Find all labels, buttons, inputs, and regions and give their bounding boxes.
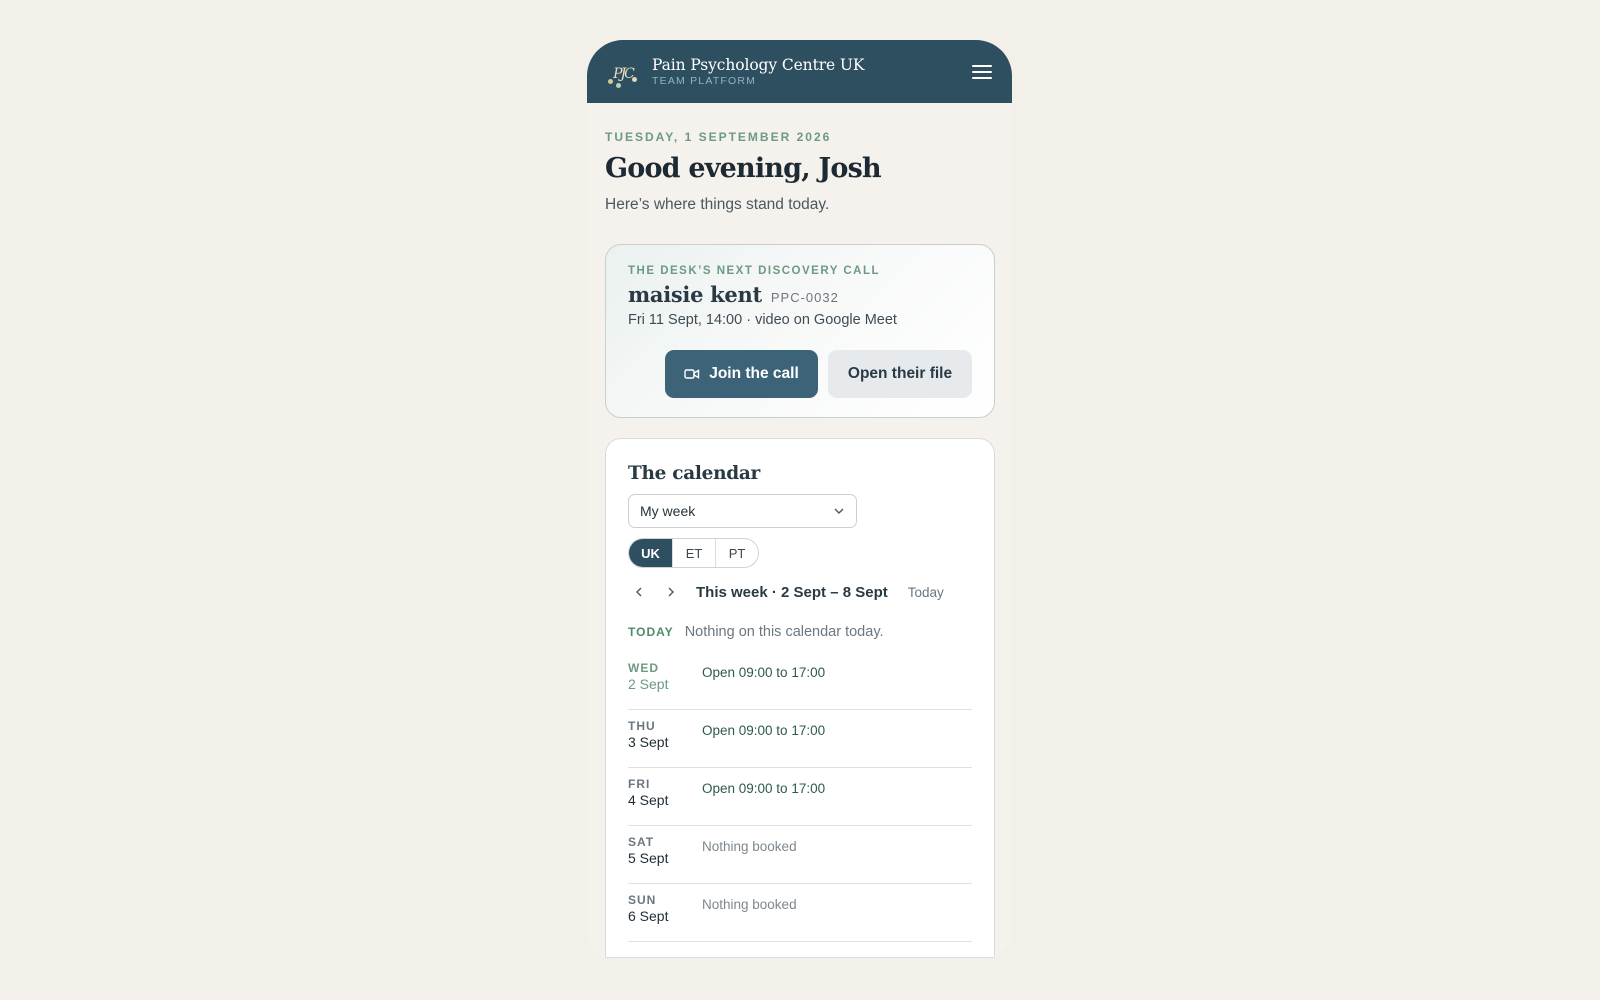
calendar-view-select[interactable]: My week bbox=[628, 494, 857, 528]
day-of-week: SUN bbox=[628, 893, 657, 907]
day-status: Open 09:00 to 17:00 bbox=[702, 781, 826, 796]
day-label: THU 3 Sept bbox=[628, 719, 702, 767]
next-call-card: THE DESK’S NEXT DISCOVERY CALL maisie ke… bbox=[605, 244, 995, 418]
day-label: SUN 6 Sept bbox=[628, 893, 702, 941]
call-time: Fri 11 Sept, 14:00 · video on Google Mee… bbox=[628, 312, 897, 328]
day-of-week: SAT bbox=[628, 835, 655, 849]
logo-flower-icon bbox=[632, 76, 637, 82]
today-tag: TODAY bbox=[628, 625, 674, 639]
today-summary: TODAY Nothing on this calendar today. bbox=[628, 624, 972, 640]
timezone-toggle: UK ET PT bbox=[628, 538, 759, 568]
join-call-button[interactable]: Join the call bbox=[665, 350, 818, 398]
top-bar: PJC Pain Psychology Centre UK TEAM PLATF… bbox=[587, 40, 1012, 103]
day-status: Nothing booked bbox=[702, 839, 797, 854]
page-subtitle: Here’s where things stand today. bbox=[605, 196, 830, 213]
day-of-week: THU bbox=[628, 719, 656, 733]
chevron-left-icon bbox=[636, 587, 642, 597]
timezone-et[interactable]: ET bbox=[672, 539, 715, 567]
open-file-button[interactable]: Open their file bbox=[828, 350, 972, 398]
day-status: Open 09:00 to 17:00 bbox=[702, 665, 826, 680]
open-file-label: Open their file bbox=[847, 365, 953, 382]
day-date: 3 Sept bbox=[628, 734, 669, 750]
chevron-down-icon bbox=[834, 508, 844, 514]
previous-week-button[interactable] bbox=[628, 581, 650, 603]
brand-logo: PJC bbox=[606, 55, 640, 89]
today-message: Nothing on this calendar today. bbox=[684, 624, 884, 640]
day-label: WED 2 Sept bbox=[628, 661, 702, 709]
client-id: PPC-0032 bbox=[770, 290, 839, 305]
day-date: 6 Sept bbox=[628, 908, 669, 924]
today-button[interactable]: Today bbox=[908, 585, 944, 600]
brand-name: Pain Psychology Centre UK bbox=[652, 56, 865, 74]
day-row[interactable]: THU 3 Sept Open 09:00 to 17:00 bbox=[628, 710, 972, 768]
mobile-app-frame: PJC Pain Psychology Centre UK TEAM PLATF… bbox=[587, 40, 1012, 960]
day-label: SAT 5 Sept bbox=[628, 835, 702, 883]
day-of-week: WED bbox=[628, 661, 659, 675]
day-list: WED 2 Sept Open 09:00 to 17:00 THU 3 Sep… bbox=[628, 652, 972, 942]
client-row: maisie kent PPC-0032 bbox=[628, 282, 972, 307]
day-row[interactable]: SAT 5 Sept Nothing booked bbox=[628, 826, 972, 884]
video-camera-icon bbox=[684, 369, 700, 379]
current-date: TUESDAY, 1 SEPTEMBER 2026 bbox=[605, 130, 832, 144]
brand-logo-mark: PJC bbox=[613, 65, 635, 82]
calendar-card: The calendar My week UK ET PT This week … bbox=[605, 438, 995, 958]
page-greeting: Good evening, Josh bbox=[605, 153, 882, 184]
day-date: 4 Sept bbox=[628, 792, 669, 808]
day-row[interactable]: FRI 4 Sept Open 09:00 to 17:00 bbox=[628, 768, 972, 826]
day-date: 5 Sept bbox=[628, 850, 669, 866]
next-week-button[interactable] bbox=[660, 581, 682, 603]
client-name: maisie kent bbox=[628, 282, 762, 307]
day-of-week: FRI bbox=[628, 777, 651, 791]
day-row[interactable]: SUN 6 Sept Nothing booked bbox=[628, 884, 972, 942]
day-date: 2 Sept bbox=[628, 676, 669, 692]
join-call-label: Join the call bbox=[709, 365, 799, 382]
day-status: Open 09:00 to 17:00 bbox=[702, 723, 826, 738]
day-label: FRI 4 Sept bbox=[628, 777, 702, 825]
call-actions: Join the call Open their file bbox=[628, 350, 972, 398]
chevron-right-icon bbox=[668, 587, 674, 597]
calendar-title: The calendar bbox=[628, 463, 760, 484]
day-status: Nothing booked bbox=[702, 897, 797, 912]
brand-block: Pain Psychology Centre UK TEAM PLATFORM bbox=[652, 56, 972, 87]
logo-leaf-icon bbox=[616, 82, 621, 88]
brand-subtitle: TEAM PLATFORM bbox=[652, 75, 757, 87]
next-call-eyebrow: THE DESK’S NEXT DISCOVERY CALL bbox=[628, 265, 881, 277]
logo-flower-icon bbox=[608, 78, 613, 84]
week-range-label: This week · 2 Sept – 8 Sept bbox=[696, 583, 888, 601]
week-navigation: This week · 2 Sept – 8 Sept Today bbox=[628, 580, 972, 604]
timezone-pt[interactable]: PT bbox=[715, 539, 758, 567]
calendar-view-value: My week bbox=[640, 503, 696, 519]
main-content: TUESDAY, 1 SEPTEMBER 2026 Good evening, … bbox=[587, 130, 1012, 958]
timezone-uk[interactable]: UK bbox=[629, 539, 672, 567]
hamburger-icon[interactable] bbox=[972, 63, 992, 81]
day-row[interactable]: WED 2 Sept Open 09:00 to 17:00 bbox=[628, 652, 972, 710]
